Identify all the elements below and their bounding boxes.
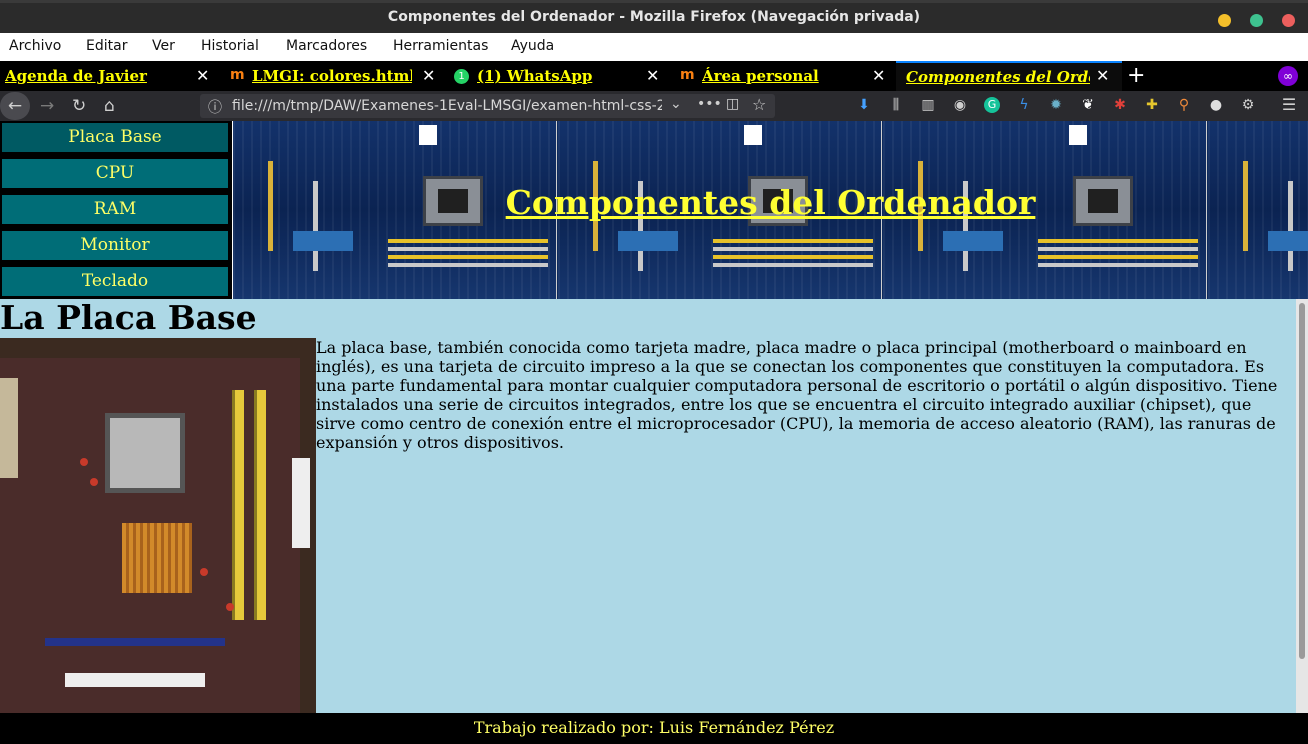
moodle-icon: m [680, 67, 695, 83]
hamburger-menu-icon[interactable]: ☰ [1281, 97, 1297, 113]
tab-strip: Agenda de Javier ✕ m LMGI: colores.html … [0, 61, 1308, 91]
tab-label: LMGI: colores.html [252, 67, 412, 85]
tab-agenda[interactable]: Agenda de Javier ✕ [0, 61, 222, 91]
url-bar[interactable]: ⓘ file:///m/tmp/DAW/Examenes-1Eval-LMSGI… [200, 94, 775, 118]
menu-archivo[interactable]: Archivo [9, 38, 61, 54]
window-title: Componentes del Ordenador - Mozilla Fire… [387, 9, 921, 25]
forward-arrow-icon[interactable]: → [40, 96, 54, 116]
tab-close-icon[interactable]: ✕ [646, 66, 659, 85]
extension-ball-icon[interactable]: ● [1208, 97, 1224, 113]
description-paragraph: La placa base, también conocida como tar… [316, 338, 1278, 452]
url-text[interactable]: file:///m/tmp/DAW/Examenes-1Eval-LMSGI/e… [232, 98, 662, 114]
moodle-icon: m [230, 67, 245, 83]
motherboard-photo [0, 338, 316, 713]
tab-close-icon[interactable]: ✕ [196, 66, 209, 85]
menu-ayuda[interactable]: Ayuda [511, 38, 554, 54]
menu-ver[interactable]: Ver [152, 38, 175, 54]
tab-close-icon[interactable]: ✕ [872, 66, 885, 85]
sidebar-item-monitor[interactable]: Monitor [0, 229, 230, 262]
tab-area-personal[interactable]: m Área personal ✕ [670, 61, 896, 91]
grammarly-icon[interactable]: G [984, 97, 1000, 113]
tab-label: (1) WhatsApp [477, 67, 593, 85]
tab-componentes[interactable]: Componentes del Ordenador ✕ [896, 61, 1122, 91]
private-browsing-icon: ∞ [1278, 66, 1298, 86]
info-icon[interactable]: ⓘ [208, 97, 222, 117]
bookmark-star-icon[interactable]: ☆ [752, 95, 766, 114]
sidebar-nav: Placa Base CPU RAM Monitor Teclado [0, 121, 232, 299]
tab-close-icon[interactable]: ✕ [1096, 66, 1109, 85]
page-actions-icon[interactable]: ••• [697, 96, 722, 112]
chevron-down-icon[interactable]: ⌄ [670, 96, 682, 112]
extension-bolt-icon[interactable]: ϟ [1016, 97, 1032, 113]
account-icon[interactable]: ◉ [952, 97, 968, 113]
sidebar-item-placa-base[interactable]: Placa Base [0, 121, 230, 154]
sidebar-icon[interactable]: ▥ [920, 97, 936, 113]
whatsapp-icon: 1 [454, 69, 469, 84]
extension-puzzle-icon[interactable]: ✚ [1144, 97, 1160, 113]
extension-gear-icon[interactable]: ✹ [1048, 97, 1064, 113]
page-content: Placa Base CPU RAM Monitor Teclado Compo… [0, 121, 1308, 713]
back-arrow-icon[interactable]: ← [0, 92, 30, 120]
tab-label: Componentes del Ordenador [906, 68, 1090, 86]
menu-editar[interactable]: Editar [86, 38, 127, 54]
new-tab-button[interactable]: + [1127, 63, 1145, 88]
reload-icon[interactable]: ↻ [72, 96, 86, 116]
extension-pin-icon[interactable]: ⚲ [1176, 97, 1192, 113]
tab-label: Área personal [702, 67, 819, 85]
tab-lmgi-colores[interactable]: m LMGI: colores.html ✕ [222, 61, 446, 91]
extension-gnome-icon[interactable]: ❦ [1080, 97, 1096, 113]
extension-ladybug-icon[interactable]: ✱ [1112, 97, 1128, 113]
section-heading: La Placa Base [0, 298, 257, 337]
tab-close-icon[interactable]: ✕ [422, 66, 435, 85]
scrollbar-thumb[interactable] [1299, 303, 1305, 659]
navigation-toolbar: ← → ↻ ⌂ ⓘ file:///m/tmp/DAW/Examenes-1Ev… [0, 91, 1308, 121]
page-scrollbar[interactable] [1296, 299, 1308, 713]
minimize-button[interactable] [1218, 14, 1231, 27]
sidebar-item-teclado[interactable]: Teclado [0, 265, 230, 298]
menu-bar: Archivo Editar Ver Historial Marcadores … [0, 33, 1308, 61]
sidebar-item-ram[interactable]: RAM [0, 193, 230, 226]
library-icon[interactable]: ⫼ [888, 97, 904, 113]
menu-marcadores[interactable]: Marcadores [286, 38, 367, 54]
sidebar-item-cpu[interactable]: CPU [0, 157, 230, 190]
settings-gear-icon[interactable]: ⚙ [1240, 97, 1256, 113]
tab-whatsapp[interactable]: 1 (1) WhatsApp ✕ [446, 61, 670, 91]
page-title: Componentes del Ordenador [505, 183, 1036, 222]
home-icon[interactable]: ⌂ [104, 96, 115, 116]
page-footer: Trabajo realizado por: Luis Fernández Pé… [0, 713, 1308, 744]
window-titlebar: Componentes del Ordenador - Mozilla Fire… [0, 0, 1308, 33]
close-window-button[interactable] [1282, 14, 1295, 27]
pocket-icon[interactable]: ◫ [726, 96, 739, 112]
menu-herramientas[interactable]: Herramientas [393, 38, 488, 54]
maximize-button[interactable] [1250, 14, 1263, 27]
menu-historial[interactable]: Historial [201, 38, 259, 54]
header-banner: Componentes del Ordenador [232, 121, 1308, 299]
tab-label: Agenda de Javier [5, 67, 147, 85]
download-icon[interactable]: ⬇ [856, 97, 872, 113]
